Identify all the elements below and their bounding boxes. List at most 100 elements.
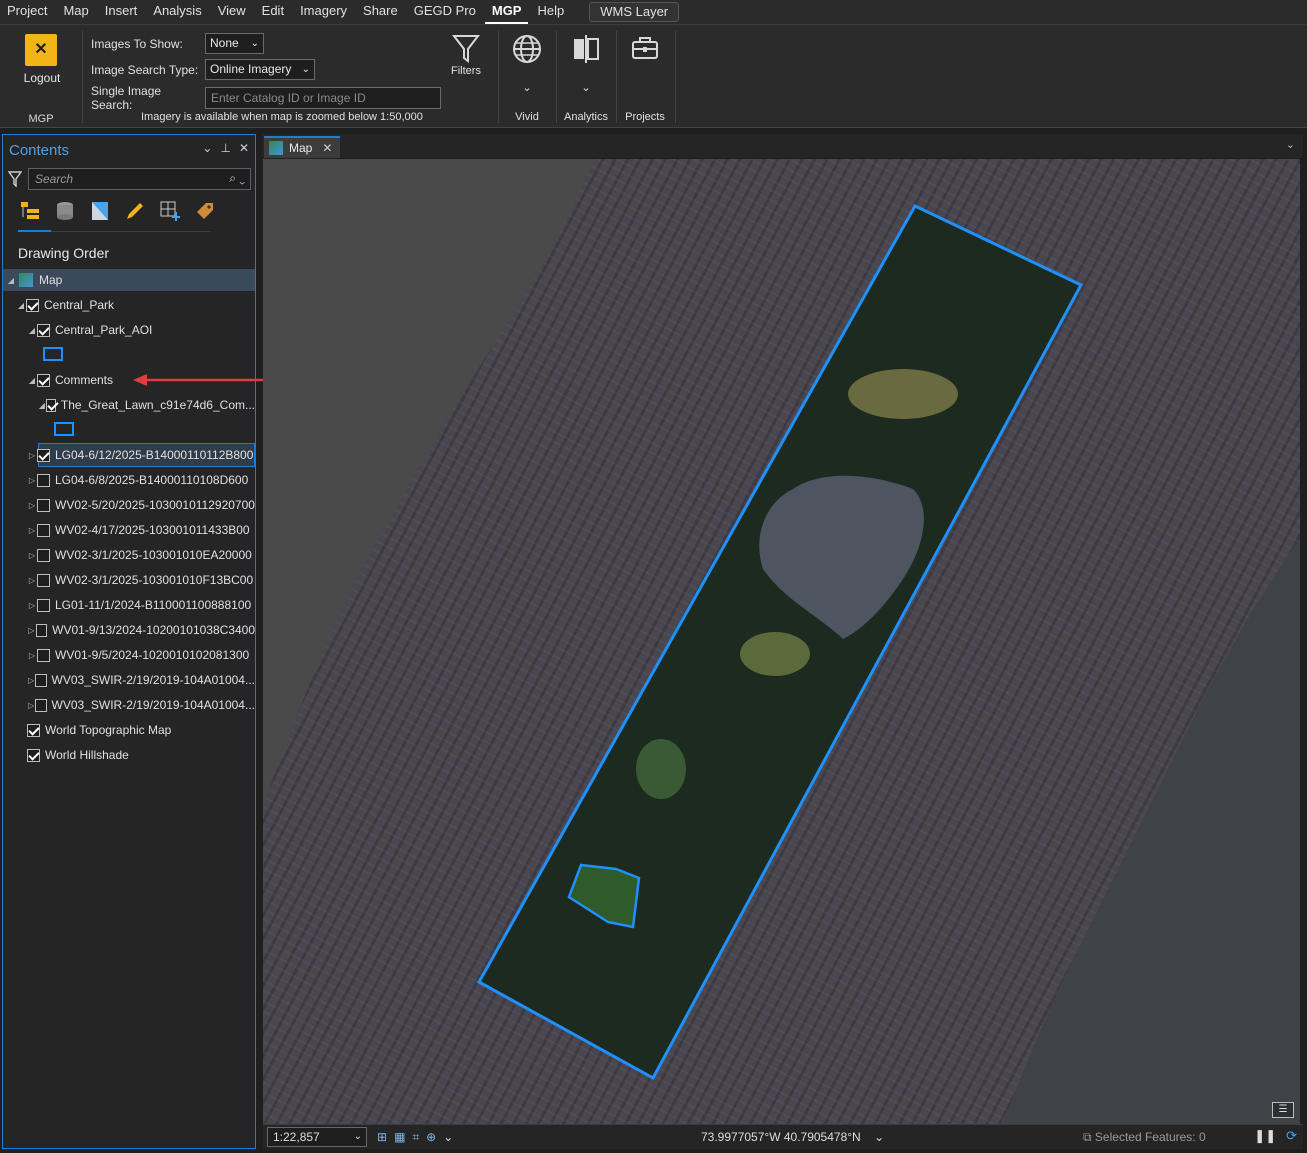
list-by-snapping-icon[interactable]	[158, 199, 182, 223]
layer-checkbox[interactable]	[37, 323, 50, 337]
menu-project[interactable]: Project	[0, 0, 54, 24]
pin-icon[interactable]: ⊥	[220, 141, 230, 155]
layer-checkbox[interactable]	[37, 523, 50, 537]
chevron-down-icon[interactable]: ⌄	[874, 1130, 884, 1144]
expand-icon[interactable]: ▷	[27, 676, 35, 685]
tree-row-imagery-7[interactable]: ▷ LG01-11/1/2024-B110001100888100	[3, 594, 255, 616]
layer-checkbox[interactable]	[35, 698, 47, 712]
tree-row-imagery-3[interactable]: ▷ WV02-5/20/2025-1030010112920700	[3, 494, 255, 516]
layer-checkbox[interactable]	[37, 548, 50, 562]
expand-icon[interactable]: ▷	[27, 476, 37, 485]
tree-row-imagery-2[interactable]: ▷ LG04-6/8/2025-B14000110108D600	[3, 469, 255, 491]
layer-checkbox[interactable]	[35, 673, 47, 687]
chevron-down-icon[interactable]: ⌄	[1286, 138, 1295, 151]
layer-checkbox[interactable]	[37, 373, 50, 387]
layer-checkbox[interactable]	[26, 298, 39, 312]
expand-icon[interactable]: ▷	[27, 626, 36, 635]
constraints-icon[interactable]: ⌗	[412, 1130, 419, 1145]
layer-checkbox[interactable]	[37, 498, 50, 512]
tree-row-imagery-6[interactable]: ▷ WV02-3/1/2025-103001010F13BC00	[3, 569, 255, 591]
map-view[interactable]: ☰	[263, 159, 1300, 1124]
map-scale-select[interactable]: 1:22,857 ⌄	[267, 1127, 367, 1147]
search-icon[interactable]: ⌕ ⌄	[229, 171, 245, 186]
list-by-editing-icon[interactable]	[123, 199, 147, 223]
menu-map[interactable]: Map	[56, 0, 95, 24]
images-to-show-select[interactable]: None ⌄	[205, 33, 264, 54]
refresh-icon[interactable]: ⟳	[1286, 1128, 1297, 1144]
tree-row-great-lawn[interactable]: ◢ The_Great_Lawn_c91e74d6_Com...	[3, 394, 255, 416]
chevron-down-icon[interactable]: ⌄	[202, 141, 212, 155]
list-by-selection-icon[interactable]	[88, 199, 112, 223]
menu-mgp[interactable]: MGP	[484, 0, 529, 24]
close-icon[interactable]: ✕	[239, 141, 249, 155]
expand-icon[interactable]: ▷	[27, 526, 37, 535]
layer-checkbox[interactable]	[37, 598, 50, 612]
great-lawn-symbol-swatch[interactable]	[54, 422, 74, 436]
expand-icon[interactable]: ▷	[27, 551, 37, 560]
analytics-button[interactable]: ⌄ Analytics	[560, 33, 612, 125]
tree-row-map[interactable]: ◢ Map	[3, 269, 255, 291]
collapse-icon[interactable]: ◢	[27, 326, 37, 335]
image-search-type-select[interactable]: Online Imagery ⌄	[205, 59, 315, 80]
layer-checkbox[interactable]	[45, 398, 56, 412]
menu-wms-layer[interactable]: WMS Layer	[589, 2, 680, 22]
collapse-icon[interactable]: ◢	[38, 401, 46, 410]
tab-map[interactable]: Map ✕	[264, 136, 340, 158]
layer-checkbox[interactable]	[27, 748, 40, 762]
tree-row-central-park[interactable]: ◢ Central_Park	[3, 294, 255, 316]
tree-row-imagery-9[interactable]: ▷ WV01-9/5/2024-1020010102081300	[3, 644, 255, 666]
layer-checkbox[interactable]	[37, 473, 50, 487]
tree-row-imagery-4[interactable]: ▷ WV02-4/17/2025-103001011433B00	[3, 519, 255, 541]
collapse-icon[interactable]: ◢	[16, 301, 26, 310]
pause-icon[interactable]: ❚❚	[1254, 1128, 1276, 1144]
list-by-drawing-order-icon[interactable]	[18, 199, 42, 223]
menu-view[interactable]: View	[211, 0, 253, 24]
layer-checkbox[interactable]	[37, 573, 50, 587]
tree-row-imagery-8[interactable]: ▷ WV01-9/13/2024-10200101038C3400	[3, 619, 255, 641]
contents-search-input[interactable]: Search ⌕ ⌄	[28, 168, 251, 190]
vivid-button[interactable]: ⌄ Vivid	[506, 33, 548, 125]
tree-row-world-hillshade[interactable]: World Hillshade	[3, 744, 255, 766]
layer-checkbox[interactable]	[37, 648, 50, 662]
tree-row-imagery-5[interactable]: ▷ WV02-3/1/2025-103001010EA20000	[3, 544, 255, 566]
status-bar: 1:22,857 ⌄ ⊞ ▦ ⌗ ⊕ ⌄ 73.9977057°W 40.790…	[263, 1124, 1303, 1149]
tree-row-imagery-11[interactable]: ▷ WV03_SWIR-2/19/2019-104A01004...	[3, 694, 255, 716]
filters-button[interactable]: Filters	[446, 33, 486, 77]
list-by-source-icon[interactable]	[53, 199, 77, 223]
layer-checkbox[interactable]	[35, 623, 48, 637]
menu-imagery[interactable]: Imagery	[293, 0, 354, 24]
tree-row-world-topographic[interactable]: World Topographic Map	[3, 719, 255, 741]
expand-icon[interactable]: ▷	[27, 651, 37, 660]
tree-row-central-park-aoi[interactable]: ◢ Central_Park_AOI	[3, 319, 255, 341]
collapse-icon[interactable]: ◢	[27, 376, 37, 385]
menu-share[interactable]: Share	[356, 0, 405, 24]
layer-checkbox[interactable]	[27, 723, 40, 737]
menu-gegd-pro[interactable]: GEGD Pro	[407, 0, 483, 24]
close-icon[interactable]: ✕	[322, 141, 332, 155]
list-by-labeling-icon[interactable]	[193, 199, 217, 223]
projects-button[interactable]: Projects	[622, 33, 668, 125]
expand-icon[interactable]: ▷	[27, 701, 35, 710]
legend-icon[interactable]: ☰	[1272, 1102, 1294, 1118]
menu-help[interactable]: Help	[530, 0, 571, 24]
expand-icon[interactable]: ▷	[27, 576, 37, 585]
chevron-down-icon[interactable]: ⌄	[443, 1130, 453, 1145]
menu-insert[interactable]: Insert	[98, 0, 145, 24]
expand-icon[interactable]: ▷	[27, 451, 37, 460]
menu-analysis[interactable]: Analysis	[146, 0, 208, 24]
aoi-symbol-swatch[interactable]	[43, 347, 63, 361]
single-image-search-input[interactable]: Enter Catalog ID or Image ID	[205, 87, 441, 109]
layer-checkbox[interactable]	[37, 448, 50, 462]
snapping-icon[interactable]: ⊞	[377, 1130, 387, 1145]
coordinate-system-icon[interactable]: ⊕	[426, 1130, 436, 1145]
tree-row-imagery-1[interactable]: ▷ LG04-6/12/2025-B14000110112B800	[3, 444, 255, 466]
collapse-icon[interactable]: ◢	[6, 276, 16, 285]
filter-icon[interactable]	[8, 171, 22, 187]
grid-icon[interactable]: ▦	[394, 1130, 405, 1145]
logout-button[interactable]: Logout	[16, 71, 68, 85]
expand-icon[interactable]: ▷	[27, 601, 37, 610]
expand-icon[interactable]: ▷	[27, 501, 37, 510]
logout-icon[interactable]: ✕	[25, 34, 57, 66]
menu-edit[interactable]: Edit	[255, 0, 291, 24]
tree-row-imagery-10[interactable]: ▷ WV03_SWIR-2/19/2019-104A01004...	[3, 669, 255, 691]
